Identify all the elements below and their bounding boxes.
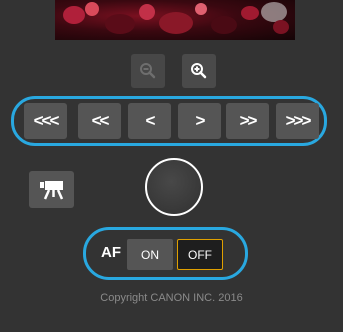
zoom-in-button[interactable] [182,54,216,88]
jump-forward-large-icon: >>> [285,111,312,130]
step-back-icon: < [145,111,156,130]
remote-control-panel: <<< << < > >> >>> AF ON OFF Copyright CA… [0,0,343,332]
movie-camera-icon [39,180,63,200]
jump-forward-medium-icon: >> [239,111,258,130]
movie-mode-button[interactable] [29,171,74,208]
nav-jump-forward-large-button[interactable]: >>> [276,103,319,139]
zoom-out-button[interactable] [131,54,165,88]
copyright-text: Copyright CANON INC. 2016 [100,292,243,304]
af-off-button[interactable]: OFF [177,239,223,270]
nav-step-back-button[interactable]: < [128,103,171,139]
zoom-in-icon [191,63,207,79]
af-label: AF [101,244,121,261]
jump-back-medium-icon: << [91,111,110,130]
zoom-out-icon [140,63,156,79]
nav-step-forward-button[interactable]: > [178,103,221,139]
af-on-button[interactable]: ON [127,239,173,270]
nav-jump-forward-medium-button[interactable]: >> [226,103,269,139]
nav-jump-back-large-button[interactable]: <<< [24,103,67,139]
jump-back-large-icon: <<< [33,111,60,130]
step-forward-icon: > [195,111,206,130]
live-view-preview [55,0,295,40]
nav-jump-back-medium-button[interactable]: << [78,103,121,139]
shutter-release-button[interactable] [145,158,203,216]
